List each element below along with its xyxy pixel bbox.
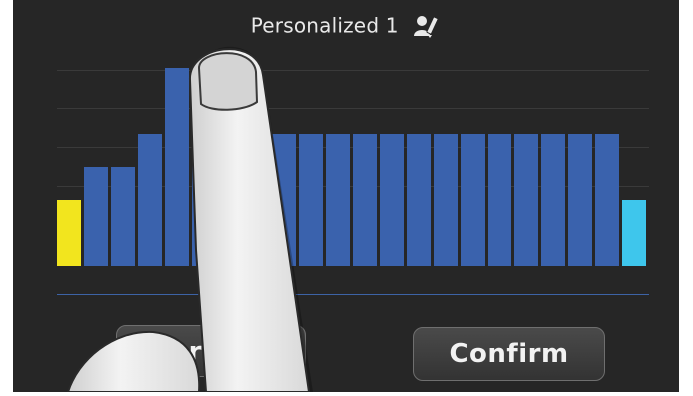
eq-band-bar[interactable] (272, 134, 297, 266)
eq-band-bar[interactable] (137, 134, 162, 266)
eq-band-bar[interactable] (568, 134, 593, 266)
eq-band-bar[interactable] (379, 134, 404, 266)
eq-band-bar[interactable] (406, 134, 431, 266)
eq-band-bar[interactable] (595, 134, 620, 266)
eq-band-bar[interactable] (245, 134, 270, 266)
eq-band-bar[interactable] (326, 134, 350, 266)
eq-band-bar[interactable] (218, 134, 243, 266)
eq-band-bar[interactable] (514, 134, 539, 266)
eq-band-bar[interactable] (164, 68, 189, 266)
eq-band-bar[interactable] (487, 134, 512, 266)
equalizer-screen: Personalized 1 Car Confirm (13, 0, 679, 392)
eq-band-bar[interactable] (622, 200, 646, 266)
eq-band-bar[interactable] (433, 134, 458, 266)
eq-band-bar[interactable] (57, 200, 81, 266)
confirm-button[interactable]: Confirm (413, 327, 605, 381)
baseline (57, 294, 649, 295)
cancel-button[interactable]: Car (116, 325, 306, 377)
eq-band-bar[interactable] (541, 134, 566, 266)
eq-band-bar[interactable] (110, 167, 135, 266)
eq-band-bar[interactable] (353, 134, 377, 266)
eq-band-bar[interactable] (299, 134, 324, 266)
eq-band-bar[interactable] (191, 134, 216, 266)
equalizer-bars (13, 0, 679, 300)
eq-band-bar[interactable] (83, 167, 108, 266)
eq-band-bar[interactable] (460, 134, 485, 266)
